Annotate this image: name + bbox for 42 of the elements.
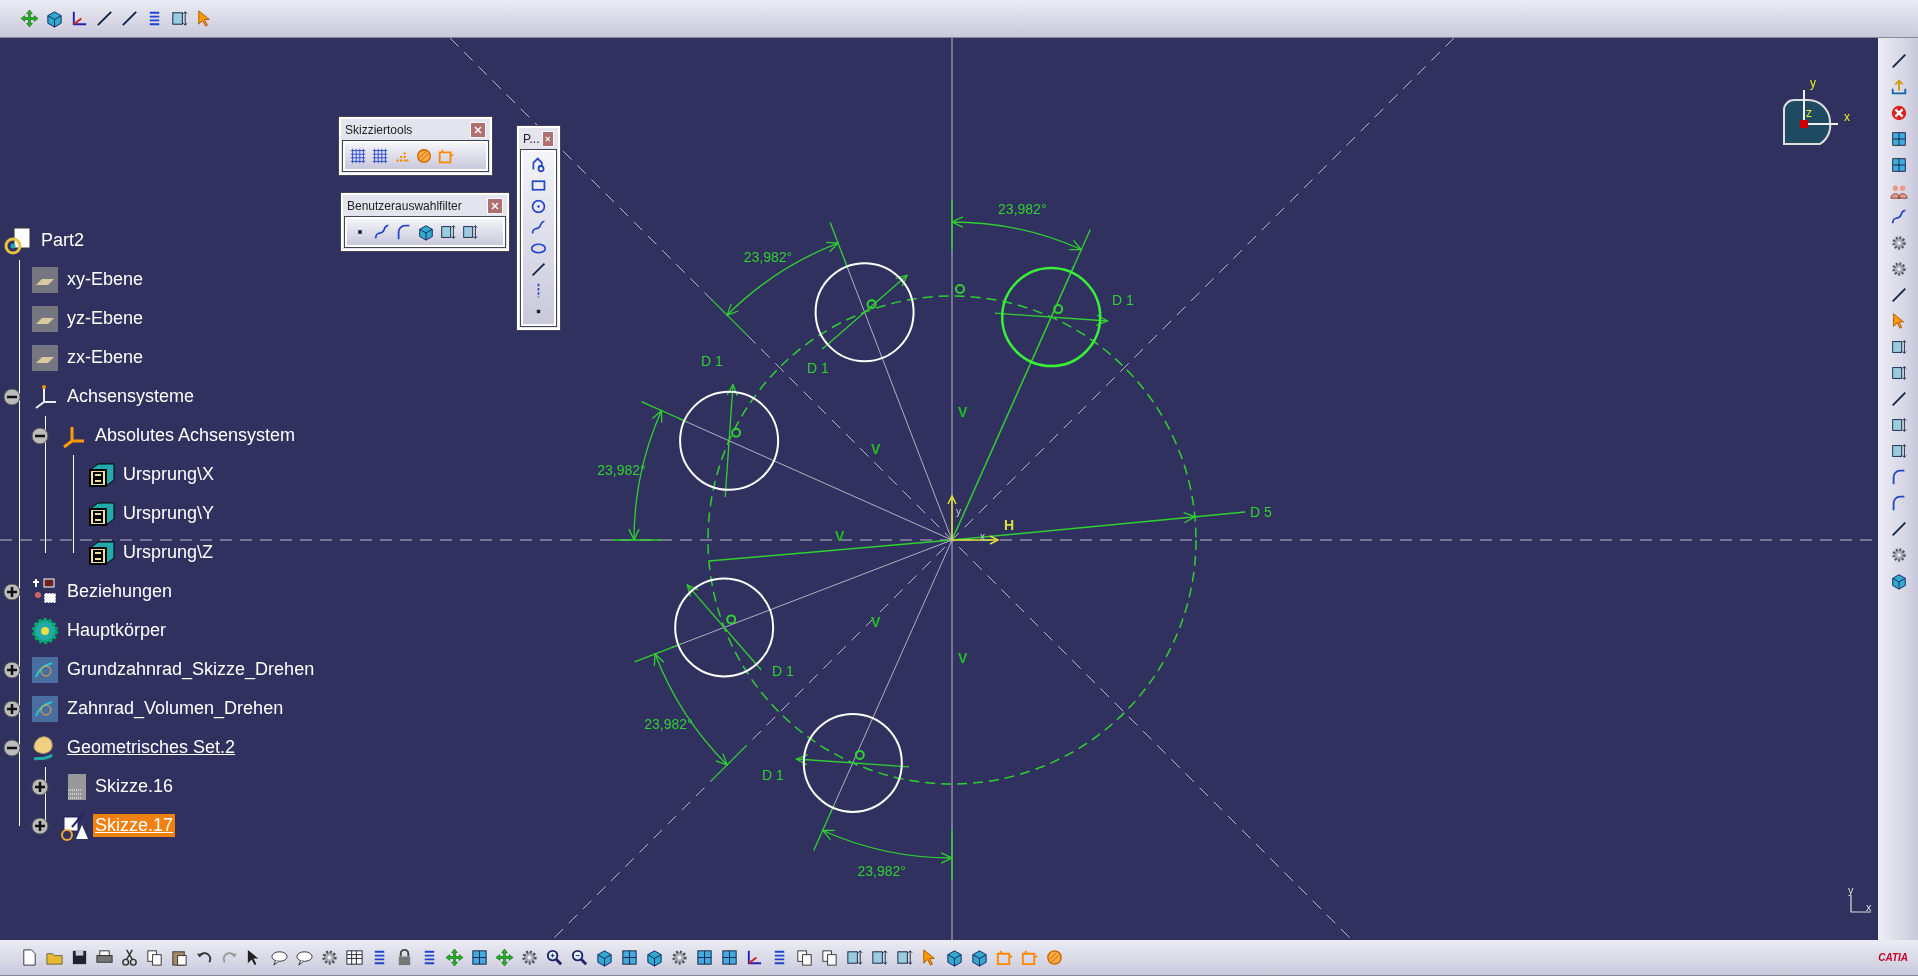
tree-item[interactable]: Zahnrad_Volumen_Drehen: [65, 697, 286, 720]
tree-item[interactable]: Part2: [39, 229, 87, 252]
axis-label: y: [1848, 884, 1854, 896]
dimension-label: 23,982°: [857, 862, 906, 879]
tree-item[interactable]: yz-Ebene: [65, 307, 146, 330]
tree-item[interactable]: Ursprung\Z: [121, 541, 216, 564]
dimension-label: D 1: [701, 353, 723, 369]
dimension-label: 23,982°: [644, 716, 693, 733]
axis-label: x: [980, 531, 985, 542]
toolbar-title: P...: [523, 132, 540, 146]
toolbar-title: Skizziertools: [345, 123, 413, 137]
toolbar-title: Benutzerauswahlfilter: [347, 199, 462, 213]
dimension-label: D 1: [1112, 292, 1134, 308]
constraint-label: H: [1004, 517, 1015, 533]
constraint-label: V: [958, 404, 968, 420]
tree-item[interactable]: Ursprung\Y: [121, 502, 217, 525]
axis-label: y: [1810, 76, 1816, 90]
constraint-label: V: [958, 650, 968, 666]
tree-item[interactable]: Beziehungen: [65, 580, 175, 603]
tree-item[interactable]: Achsensysteme: [65, 385, 197, 408]
constraint-label: V: [871, 441, 881, 457]
tree-item[interactable]: Geometrisches Set.2: [65, 736, 238, 759]
axis-label: z: [1806, 106, 1812, 120]
tree-item[interactable]: Hauptkörper: [65, 619, 169, 642]
dimension-label: 23,982°: [998, 201, 1047, 218]
axis-label: x: [1866, 901, 1872, 913]
dimension-label: 23,982°: [743, 248, 793, 265]
axis-label: x: [1844, 110, 1850, 124]
dimension-label: D 5: [1250, 504, 1272, 520]
tree-item[interactable]: xy-Ebene: [65, 268, 146, 291]
tree-item[interactable]: Grundzahnrad_Skizze_Drehen: [65, 658, 317, 681]
dimension-label: D 1: [762, 767, 784, 783]
tree-item[interactable]: Absolutes Achsensystem: [93, 424, 298, 447]
logo-text: CATIA: [1878, 952, 1908, 963]
axis-label: y: [956, 506, 961, 517]
constraint-label: V: [871, 614, 881, 630]
dimension-label: D 1: [807, 360, 829, 376]
constraint-label: V: [835, 528, 845, 544]
tree-item[interactable]: Skizze.16: [93, 775, 176, 798]
tree-item[interactable]: zx-Ebene: [65, 346, 146, 369]
dimension-label: D 1: [772, 663, 794, 679]
tree-item[interactable]: Ursprung\X: [121, 463, 217, 486]
